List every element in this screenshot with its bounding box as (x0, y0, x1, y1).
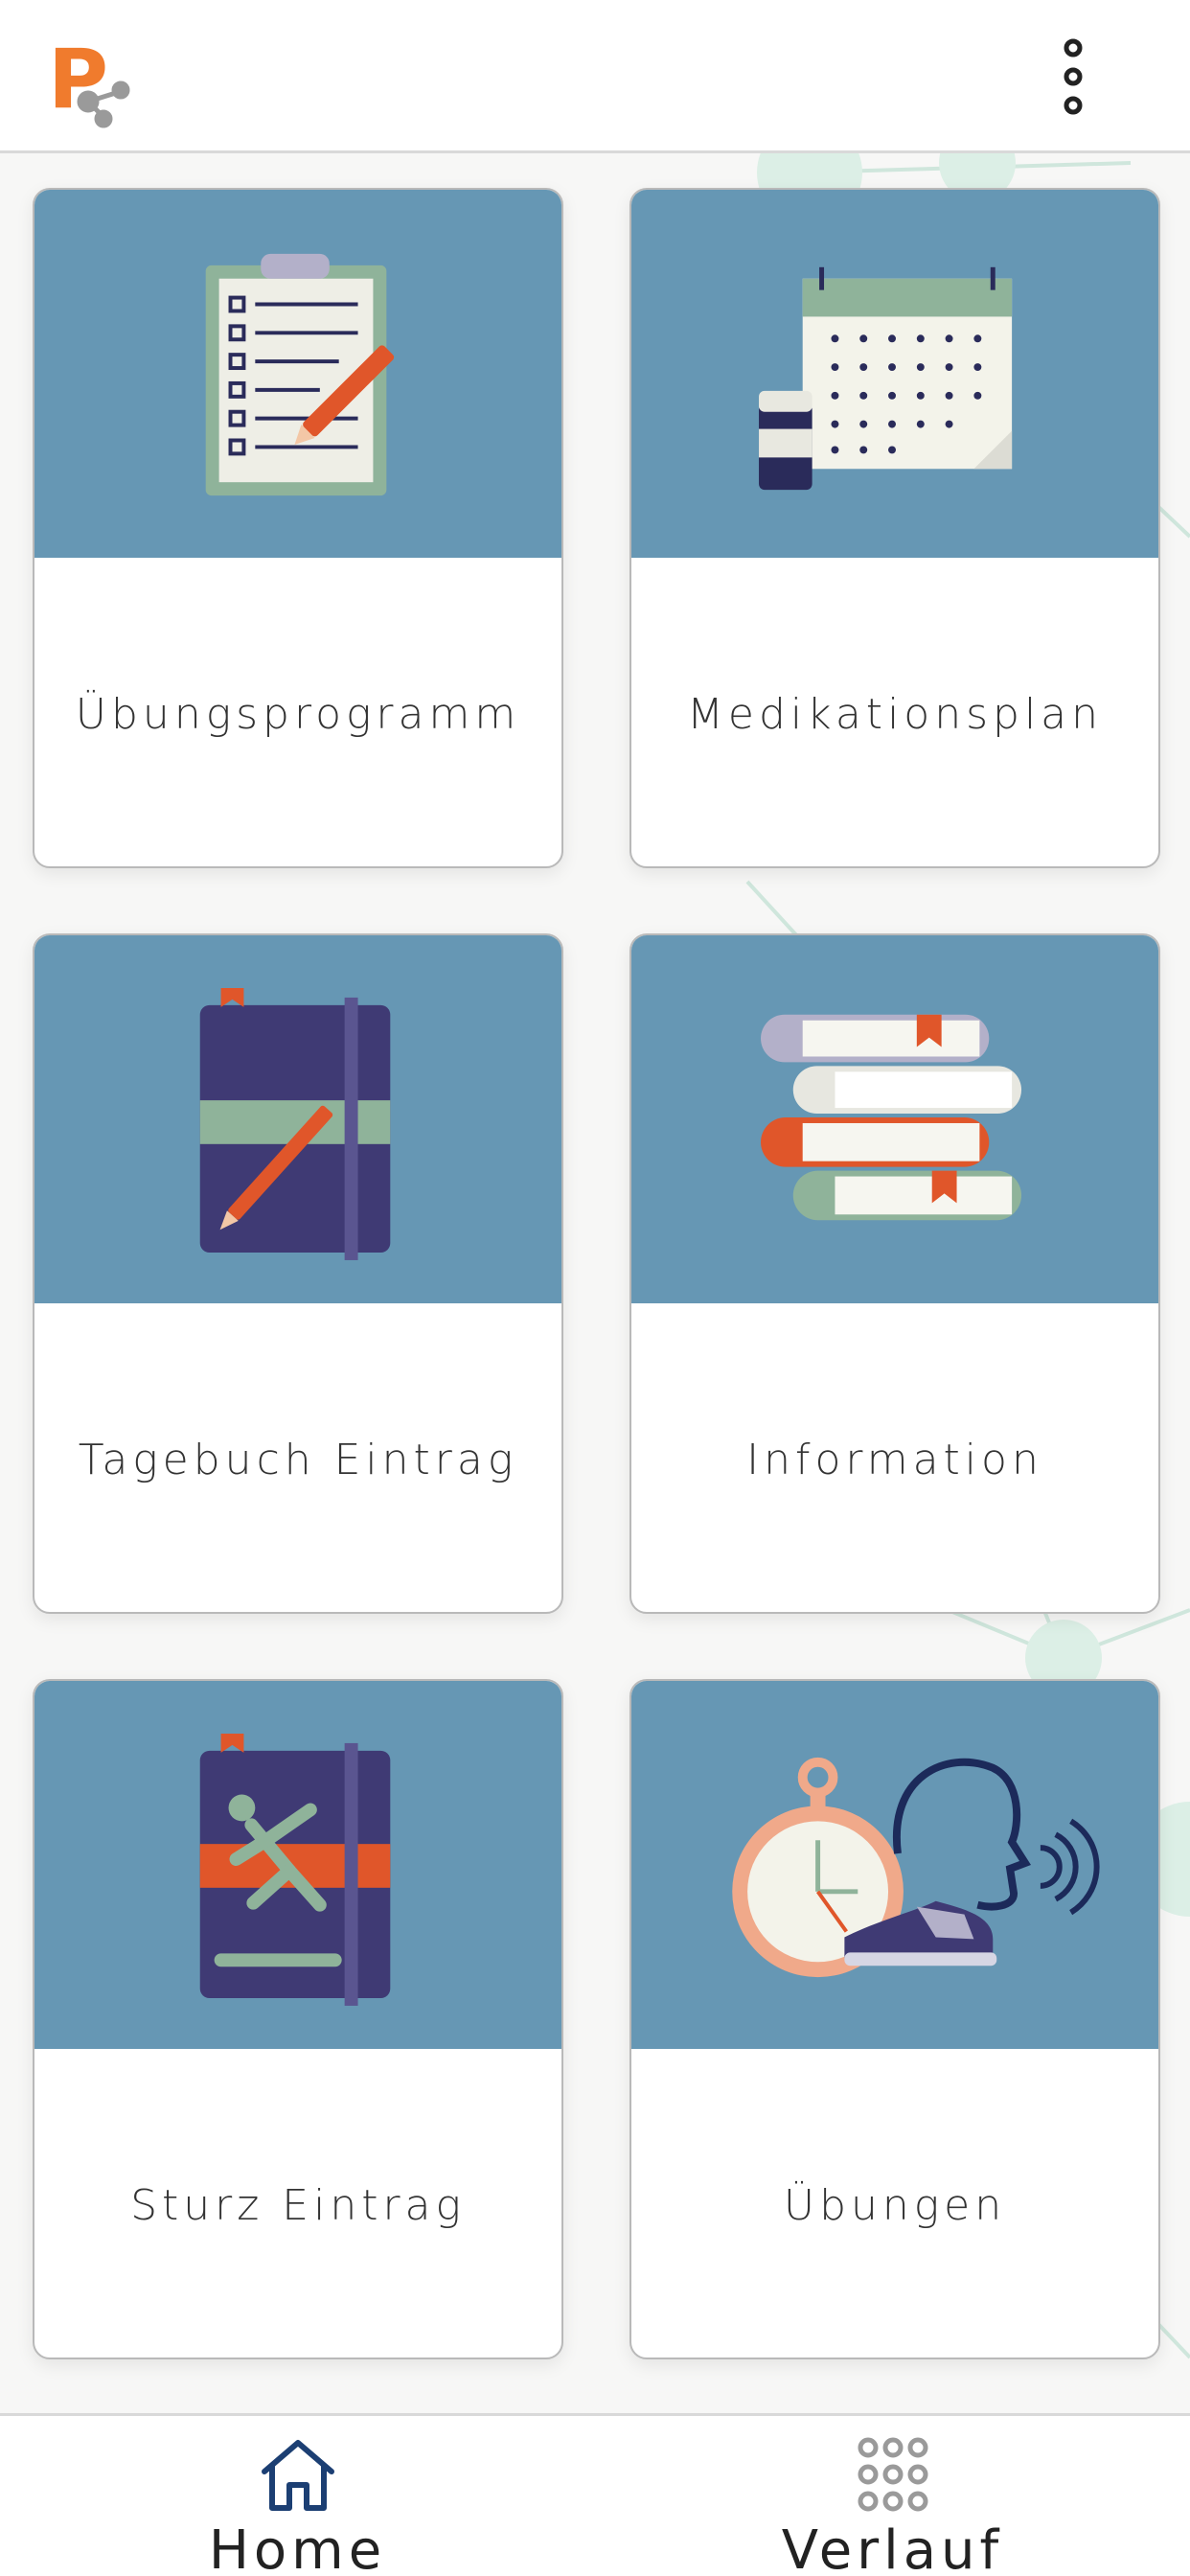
nav-label-home: Home (208, 2519, 387, 2576)
nav-item-verlauf[interactable]: Verlauf (595, 2416, 1190, 2576)
card-label: Übungsprogramm (75, 689, 521, 739)
nav-label-verlauf: Verlauf (781, 2519, 1004, 2576)
home-icon (261, 2440, 334, 2511)
app-header: P (0, 0, 1190, 153)
app-logo: P (48, 34, 130, 128)
card-information[interactable]: Information (629, 933, 1160, 1614)
diary-pencil-icon (199, 987, 391, 1260)
card-image (631, 190, 1158, 558)
card-image (631, 935, 1158, 1303)
card-sturz-eintrag[interactable]: Sturz Eintrag (33, 1679, 563, 2359)
nav-item-home[interactable]: Home (0, 2416, 595, 2576)
card-label: Medikationsplan (686, 689, 1104, 739)
card-label: Tagebuch Eintrag (78, 1435, 518, 1484)
card-image (34, 935, 561, 1303)
bottom-navigation: Home Verlauf (0, 2413, 1190, 2576)
grid-dots-icon (858, 2437, 927, 2512)
more-vert-icon[interactable] (1044, 29, 1102, 125)
card-label: Sturz Eintrag (130, 2180, 466, 2230)
card-image (34, 1681, 561, 2049)
stopwatch-voice-shoe-icon (732, 1757, 1100, 1978)
clipboard-checklist-icon (205, 253, 395, 496)
card-image (34, 190, 561, 558)
card-uebungsprogramm[interactable]: Übungsprogramm (33, 188, 563, 868)
fall-diary-icon (199, 1733, 391, 2006)
books-stack-icon (761, 1014, 1022, 1221)
card-uebungen[interactable]: Übungen (629, 1679, 1160, 2359)
calendar-pill-icon (759, 266, 1013, 491)
card-label: Übungen (783, 2180, 1007, 2230)
card-label: Information (746, 1435, 1043, 1484)
card-medikationsplan[interactable]: Medikationsplan (629, 188, 1160, 868)
card-tagebuch-eintrag[interactable]: Tagebuch Eintrag (33, 933, 563, 1614)
card-image (631, 1681, 1158, 2049)
